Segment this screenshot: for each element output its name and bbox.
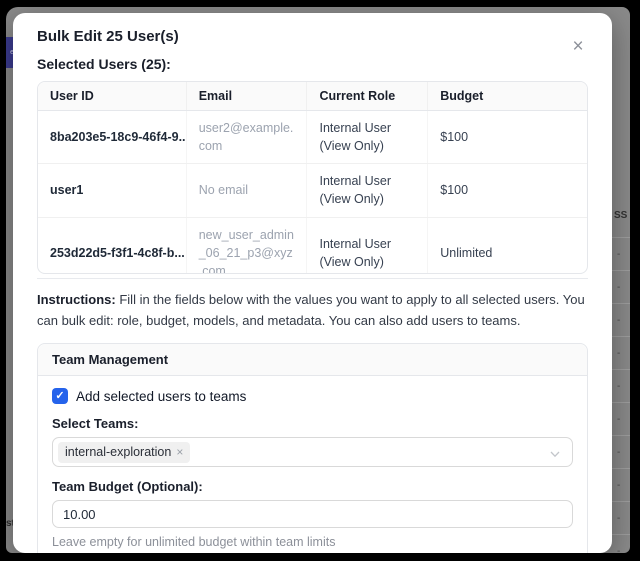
section-divider bbox=[37, 278, 588, 279]
cell-user-id: 8ba203e5-18c9-46f4-9... bbox=[38, 111, 186, 164]
background-dash-cell: - bbox=[611, 303, 630, 336]
team-management-title: Team Management bbox=[38, 344, 587, 376]
chevron-down-icon bbox=[549, 447, 561, 465]
bulk-edit-modal: Bulk Edit 25 User(s) × Selected Users (2… bbox=[13, 13, 612, 553]
instructions-label: Instructions: bbox=[37, 292, 116, 307]
column-header-budget: Budget bbox=[428, 82, 587, 111]
column-header-email: Email bbox=[186, 82, 307, 111]
background-dash-cell: - bbox=[611, 237, 630, 270]
background-dash-cell: - bbox=[611, 402, 630, 435]
team-management-card: Team Management ✓ Add selected users to … bbox=[37, 343, 588, 553]
team-tag-label: internal-exploration bbox=[65, 444, 171, 461]
background-dash-cell: - bbox=[611, 270, 630, 303]
column-header-current-role: Current Role bbox=[307, 82, 428, 111]
background-dash-cell: - bbox=[611, 501, 630, 534]
background-dash-cell: - bbox=[611, 369, 630, 402]
add-users-to-teams-checkbox-row[interactable]: ✓ Add selected users to teams bbox=[52, 388, 573, 404]
add-users-checkbox[interactable]: ✓ bbox=[52, 388, 68, 404]
remove-tag-icon[interactable]: × bbox=[176, 446, 183, 458]
checkmark-icon: ✓ bbox=[55, 391, 64, 402]
table-header-row: User ID Email Current Role Budget bbox=[38, 82, 587, 111]
instructions-body: Fill in the fields below with the values… bbox=[37, 292, 585, 328]
budget-helper-text: Leave empty for unlimited budget within … bbox=[52, 535, 573, 549]
cell-current-role: Internal User (View Only) bbox=[307, 164, 428, 217]
cell-user-id: user1 bbox=[38, 164, 186, 217]
cell-email: user2@example.com bbox=[186, 111, 307, 164]
modal-title: Bulk Edit 25 User(s) bbox=[37, 27, 588, 47]
select-teams-label: Select Teams: bbox=[52, 416, 573, 431]
team-budget-input[interactable] bbox=[52, 500, 573, 528]
team-budget-label: Team Budget (Optional): bbox=[52, 479, 573, 494]
selected-users-table[interactable]: User ID Email Current Role Budget 8ba203… bbox=[37, 81, 588, 274]
background-table-rows: - - - - - - - - - - bbox=[611, 237, 630, 553]
background-dash-cell: - bbox=[611, 534, 630, 553]
close-icon[interactable]: × bbox=[568, 37, 588, 57]
cell-current-role: Internal User (View Only) bbox=[307, 217, 428, 274]
cell-email: new_user_admin_06_21_p3@xyz.com bbox=[186, 217, 307, 274]
background-dash-cell: - bbox=[611, 336, 630, 369]
background-dash-cell: - bbox=[611, 468, 630, 501]
selected-users-label: Selected Users (25): bbox=[37, 56, 588, 72]
cell-budget: $100 bbox=[428, 111, 587, 164]
teams-multiselect[interactable]: internal-exploration × bbox=[52, 437, 573, 467]
background-table-strip: SS - - - - - - - - - - bbox=[611, 7, 630, 553]
instructions-text: Instructions: Fill in the fields below w… bbox=[37, 289, 588, 331]
table-row: 253d22d5-f3f1-4c8f-b... new_user_admin_0… bbox=[38, 217, 587, 274]
cell-email: No email bbox=[186, 164, 307, 217]
cell-user-id: 253d22d5-f3f1-4c8f-b... bbox=[38, 217, 186, 274]
background-dash-cell: - bbox=[611, 435, 630, 468]
column-header-user-id: User ID bbox=[38, 82, 186, 111]
checkbox-label: Add selected users to teams bbox=[76, 389, 246, 404]
background-column-header: SS bbox=[614, 210, 627, 221]
cell-current-role: Internal User (View Only) bbox=[307, 111, 428, 164]
cell-budget: $100 bbox=[428, 164, 587, 217]
cell-budget: Unlimited bbox=[428, 217, 587, 274]
table-row: 8ba203e5-18c9-46f4-9... user2@example.co… bbox=[38, 111, 587, 164]
selected-team-tag: internal-exploration × bbox=[58, 442, 190, 463]
table-row: user1 No email Internal User (View Only)… bbox=[38, 164, 587, 217]
